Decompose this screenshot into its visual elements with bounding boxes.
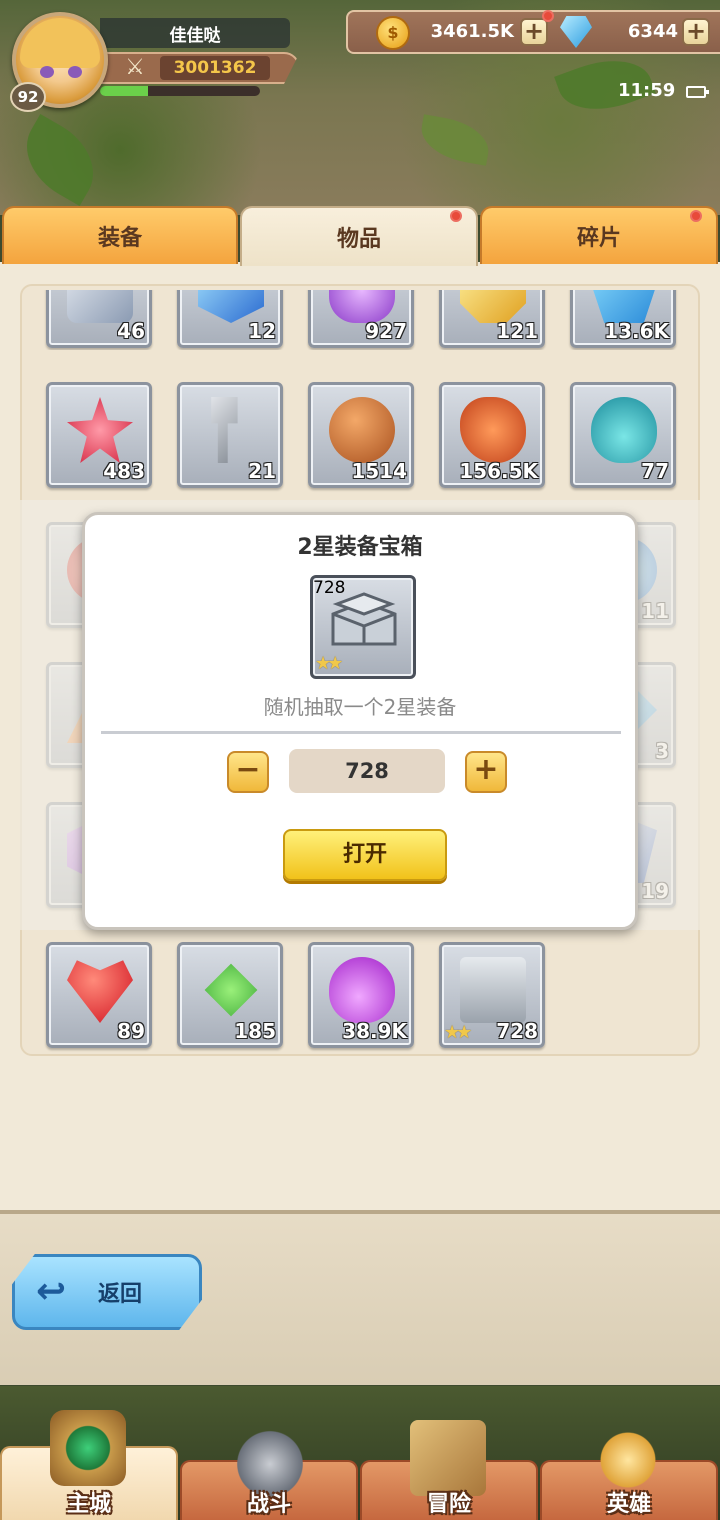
avatar-eye [40, 66, 54, 78]
item-count: 46 [117, 319, 145, 343]
decrease-quantity-button[interactable]: − [227, 751, 269, 793]
back-button-label: 返回 [98, 1282, 143, 1307]
dialog-title: 2星装备宝箱 [297, 535, 423, 560]
item-count: 483 [103, 459, 145, 483]
inventory-item[interactable]: 89 [46, 942, 152, 1048]
gold-coin-icon: $ [376, 16, 410, 50]
inventory-item[interactable]: 185 [177, 942, 283, 1048]
bronze-coin-icon [329, 397, 395, 463]
tab-fragments[interactable]: 碎片 [480, 206, 718, 264]
tab-items-notification-dot [450, 210, 462, 222]
nav-label-adventure: 冒险 [426, 1492, 471, 1517]
gem-amount: 6344 [627, 21, 678, 42]
silver-chest-icon [331, 592, 397, 646]
grid-scroll-clip: 46 12 927 121 13.6K [0, 290, 720, 350]
rune-stone-icon [460, 397, 526, 463]
inventory-tabs: 装备 物品 碎片 [0, 206, 720, 266]
clock: 11:59 [618, 80, 676, 101]
item-count: 156.5K [459, 459, 538, 483]
inventory-item[interactable]: 121 [439, 290, 545, 348]
item-count: 728 [496, 1019, 538, 1043]
add-coins-button[interactable]: + [520, 18, 548, 46]
red-star-gem-icon [67, 397, 133, 463]
item-count: 1514 [351, 459, 407, 483]
exp-bar [100, 86, 260, 96]
dialog-divider [101, 731, 621, 734]
silver-key-icon [211, 397, 238, 463]
avatar-eye [68, 66, 82, 78]
crossed-swords-icon: ⚔ [125, 55, 145, 80]
increase-quantity-button[interactable]: + [465, 751, 507, 793]
clover-icon [204, 963, 258, 1017]
item-count: 89 [117, 1019, 145, 1043]
magenta-potion-icon [329, 957, 395, 1023]
open-button[interactable]: 打开 [283, 829, 447, 881]
inventory-item[interactable]: 13.6K [570, 290, 676, 348]
tab-fragments-notification-dot [690, 210, 702, 222]
heart-icon [67, 960, 133, 1023]
inventory-item[interactable]: 46 [46, 290, 152, 348]
item-count: 927 [365, 319, 407, 343]
castle-icon [50, 1410, 126, 1486]
item-count: 12 [248, 319, 276, 343]
inventory-item[interactable]: 1514 [308, 382, 414, 488]
blue-flask-icon [591, 397, 657, 463]
inventory-item[interactable]: 483 [46, 382, 152, 488]
inventory-item[interactable]: 12 [177, 290, 283, 348]
dialog-description: 随机抽取一个2星装备 [263, 695, 457, 719]
add-gems-button[interactable]: + [682, 18, 710, 46]
exp-fill [100, 86, 148, 96]
item-count: 185 [234, 1019, 276, 1043]
item-count: 13.6K [604, 319, 669, 343]
star-rating: ★★ [444, 1022, 472, 1043]
nav-label-battle: 战斗 [246, 1492, 291, 1517]
inventory-item[interactable]: 77 [570, 382, 676, 488]
quantity-field[interactable]: 728 [289, 749, 445, 793]
battery-icon [686, 86, 709, 98]
inventory-item[interactable]: 38.9K [308, 942, 414, 1048]
inventory-item[interactable]: ★★ 728 [439, 942, 545, 1048]
coin-amount: 3461.5K [430, 21, 514, 42]
inventory-item[interactable]: 927 [308, 290, 414, 348]
avatar-hair [20, 18, 100, 68]
item-count: 77 [641, 459, 669, 483]
inventory-item[interactable]: 156.5K [439, 382, 545, 488]
map-scroll-icon [410, 1420, 486, 1496]
open-chest-dialog: 2星装备宝箱 ★★ 728 随机抽取一个2星装备 − 728 + 打开 [82, 512, 638, 930]
back-arrow-icon: ↩ [36, 1271, 67, 1312]
power-value: 3001362 [160, 56, 270, 80]
tab-items[interactable]: 物品 [240, 206, 478, 266]
nav-label-heroes: 英雄 [606, 1492, 651, 1517]
star-rating: ★★ [315, 653, 343, 674]
chest-item-slot: ★★ 728 [310, 575, 416, 679]
inventory-item[interactable]: 21 [177, 382, 283, 488]
level-badge: 92 [10, 82, 46, 112]
item-count: 121 [496, 319, 538, 343]
player-name: 佳佳哒 [100, 18, 290, 48]
tab-equipment[interactable]: 装备 [2, 206, 238, 264]
nav-label-main-city: 主城 [66, 1492, 111, 1517]
item-count: 21 [248, 459, 276, 483]
item-count: 38.9K [342, 1019, 407, 1043]
notification-dot [542, 10, 554, 22]
silver-chest-icon [460, 957, 526, 1023]
